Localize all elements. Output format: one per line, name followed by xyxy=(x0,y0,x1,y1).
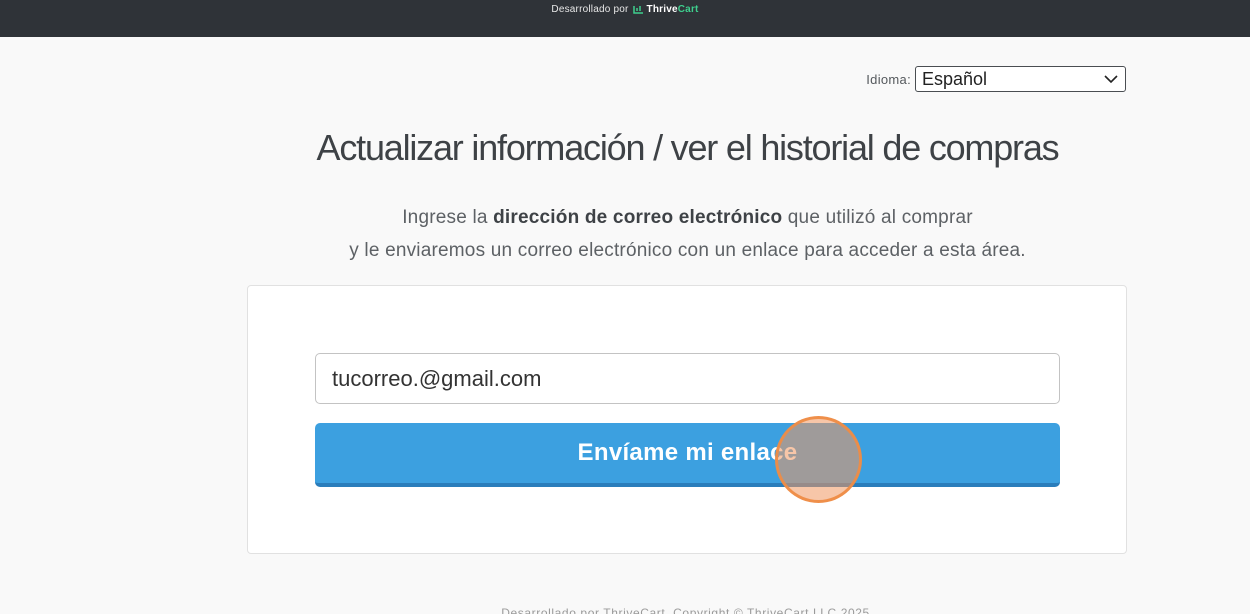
instructions-bold: dirección de correo electrónico xyxy=(493,207,783,228)
language-selector-row: Idioma: Español xyxy=(866,66,1126,92)
footer-copyright: Desarrollado por ThriveCart. Copyright ©… xyxy=(501,606,874,614)
instructions-line-1: Ingrese la dirección de correo electróni… xyxy=(0,201,1250,234)
thrivecart-logo-icon xyxy=(632,6,643,14)
instructions-prefix: Ingrese la xyxy=(402,207,494,228)
brand-thrive-text: Thrive xyxy=(646,4,678,15)
language-label: Idioma: xyxy=(866,71,911,87)
chevron-down-icon xyxy=(1104,74,1118,83)
thrivecart-logo[interactable]: Thrive Cart xyxy=(632,4,699,15)
email-form-card: Envíame mi enlace xyxy=(247,285,1127,554)
page-title: Actualizar información / ver el historia… xyxy=(316,127,1060,168)
instructions-line-2: y le enviaremos un correo electrónico co… xyxy=(349,240,1026,261)
powered-by-bar: Desarrollado por Thrive Cart xyxy=(0,0,1250,37)
send-link-button[interactable]: Envíame mi enlace xyxy=(315,423,1060,487)
instructions-suffix: que utilizó al comprar xyxy=(782,207,973,228)
brand-cart-text: Cart xyxy=(677,4,699,15)
language-select[interactable]: Español xyxy=(915,66,1126,92)
language-selected-value: Español xyxy=(922,68,988,89)
email-field[interactable] xyxy=(315,353,1060,404)
powered-by-label: Desarrollado por xyxy=(551,4,629,15)
page-instructions: Ingrese la dirección de correo electróni… xyxy=(0,201,1250,267)
